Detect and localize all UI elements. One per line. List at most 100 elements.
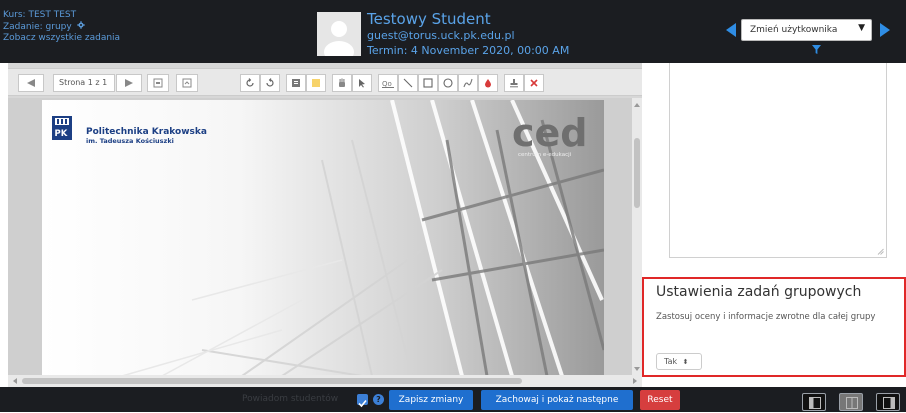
rectangle-tool-button[interactable]: [418, 74, 438, 92]
cursor-arrow-icon: [359, 79, 365, 88]
user-silhouette-icon: [324, 21, 354, 56]
next-page-button[interactable]: [116, 74, 142, 92]
previous-user-arrow-icon[interactable]: [726, 23, 736, 37]
layout-split-icon: [846, 397, 858, 409]
assignment-link[interactable]: Zadanie: grupy: [3, 22, 72, 32]
layout-right-panel-icon: [883, 397, 895, 409]
gear-icon[interactable]: [76, 21, 85, 29]
triangle-right-icon: [125, 79, 133, 87]
vertical-scrollbar[interactable]: [632, 98, 642, 376]
course-link[interactable]: Kurs: TEST TEST: [3, 10, 120, 21]
group-settings-section: Ustawienia zadań grupowych Zastosuj ocen…: [642, 277, 906, 377]
collapse-review-panel-button[interactable]: [876, 393, 900, 411]
filter-icon[interactable]: [812, 45, 821, 54]
group-settings-title: Ustawienia zadań grupowych: [656, 284, 862, 300]
expand-icon: [182, 78, 192, 88]
politechnika-logo: PK: [52, 116, 72, 140]
scroll-down-arrow-icon[interactable]: [632, 364, 642, 374]
header-bar: Kurs: TEST TEST Zadanie: grupy Zobacz ws…: [0, 0, 906, 63]
save-changes-button[interactable]: Zapisz zmiany: [389, 390, 473, 410]
line-tool-button[interactable]: [398, 74, 418, 92]
change-user-label: Zmień użytkownika: [750, 25, 838, 35]
university-name-block: Politechnika Krakowska im. Tadeusza Kośc…: [86, 127, 207, 145]
avatar: [317, 12, 361, 56]
comment-color-button[interactable]: [306, 74, 326, 92]
reset-button[interactable]: Reset: [640, 390, 680, 410]
comment-tool-button[interactable]: [286, 74, 306, 92]
triangle-left-icon: [27, 79, 35, 87]
stamp-icon: [510, 79, 518, 88]
expand-comments-button[interactable]: [176, 74, 198, 92]
next-user-arrow-icon[interactable]: [880, 23, 890, 37]
scroll-right-arrow-icon[interactable]: [630, 375, 640, 387]
pen-tool-button[interactable]: [458, 74, 478, 92]
apply-to-group-select[interactable]: Tak ⬍: [656, 353, 702, 370]
horizontal-scroll-thumb[interactable]: [22, 378, 522, 384]
circle-icon: [443, 78, 453, 88]
group-settings-description: Zastosuj oceny i informacje zwrotne dla …: [656, 312, 876, 322]
rotate-left-icon: [246, 78, 254, 87]
page-select-label: Strona 1 z 1: [59, 78, 108, 87]
apply-to-group-value: Tak: [664, 357, 678, 366]
hand-icon: [339, 78, 345, 87]
pen-icon: [463, 78, 473, 88]
view-all-assignments-link[interactable]: Zobacz wszystkie zadania: [3, 33, 120, 44]
select-tool-button[interactable]: [352, 74, 372, 92]
svg-text:Qo: Qo: [382, 80, 392, 88]
caret-down-icon: ▼: [858, 23, 865, 33]
text-tool-icon: Qo: [382, 80, 394, 88]
rectangle-icon: [423, 78, 433, 88]
course-info: Kurs: TEST TEST Zadanie: grupy Zobacz ws…: [3, 10, 120, 44]
layout-left-panel-icon: [809, 397, 821, 409]
search-comments-button[interactable]: [147, 74, 169, 92]
yellow-swatch-icon: [312, 79, 320, 87]
oval-tool-button[interactable]: [438, 74, 458, 92]
rotate-right-icon: [266, 78, 274, 87]
resize-grip-icon[interactable]: [877, 248, 884, 255]
checkmark-icon: [358, 399, 367, 408]
scroll-up-arrow-icon[interactable]: [632, 100, 642, 110]
ced-logo: ced centrum e-edukacji: [512, 111, 588, 158]
student-name: Testowy Student: [367, 10, 491, 28]
line-icon: [403, 78, 413, 88]
default-layout-button[interactable]: [839, 393, 863, 411]
grading-panel: Ustawienia zadań grupowych Zastosuj ocen…: [642, 63, 906, 387]
vertical-scroll-thumb[interactable]: [634, 138, 640, 208]
collapse-grade-panel-button[interactable]: [802, 393, 826, 411]
scroll-left-arrow-icon[interactable]: [10, 375, 20, 387]
rotate-left-button[interactable]: [240, 74, 260, 92]
annotation-color-button[interactable]: [478, 74, 498, 92]
pan-tool-button[interactable]: [332, 74, 352, 92]
pdf-editor: Strona 1 z 1 Qo PK Politechnika Krakowsk…: [8, 63, 642, 387]
svg-text:PK: PK: [55, 129, 68, 139]
university-name: Politechnika Krakowska: [86, 127, 207, 137]
student-email: guest@torus.uck.pk.edu.pl: [367, 29, 515, 42]
change-user-select[interactable]: Zmień użytkownika ▼: [741, 19, 872, 41]
help-icon[interactable]: ?: [373, 394, 384, 405]
rotate-right-button[interactable]: [260, 74, 280, 92]
notify-students-checkbox[interactable]: [357, 394, 368, 408]
ced-logo-subtitle: centrum e-edukacji: [518, 152, 572, 158]
comment-icon: [292, 79, 300, 87]
previous-page-button[interactable]: [18, 74, 44, 92]
annotation-toolbar: Strona 1 z 1 Qo: [8, 68, 642, 96]
notify-students-label: Powiadom studentów: [242, 394, 339, 404]
red-drop-icon: [485, 79, 491, 88]
feedback-comment-textarea[interactable]: [669, 63, 887, 258]
university-subtitle: im. Tadeusza Kościuszki: [86, 137, 174, 145]
select-caret-icon: ⬍: [682, 358, 689, 366]
stamp-text-tool-button[interactable]: Qo: [378, 74, 398, 92]
footer-bar: Powiadom studentów ? Zapisz zmiany Zacho…: [0, 387, 906, 412]
stamp-tool-button[interactable]: [504, 74, 524, 92]
save-and-show-next-button[interactable]: Zachowaj i pokaż następne: [481, 390, 633, 410]
delete-annotation-button[interactable]: [524, 74, 544, 92]
ced-logo-text: ced: [512, 111, 588, 155]
pdf-viewport[interactable]: PK Politechnika Krakowska im. Tadeusza K…: [8, 98, 642, 376]
student-info: Testowy Student guest@torus.uck.pk.edu.p…: [367, 10, 569, 58]
pdf-page[interactable]: PK Politechnika Krakowska im. Tadeusza K…: [42, 100, 604, 376]
due-date: Termin: 4 November 2020, 00:00 AM: [367, 44, 570, 57]
horizontal-scrollbar[interactable]: [8, 375, 642, 387]
page-select[interactable]: Strona 1 z 1: [53, 74, 115, 92]
close-icon: [530, 79, 538, 87]
comment-search-icon: [153, 78, 163, 88]
